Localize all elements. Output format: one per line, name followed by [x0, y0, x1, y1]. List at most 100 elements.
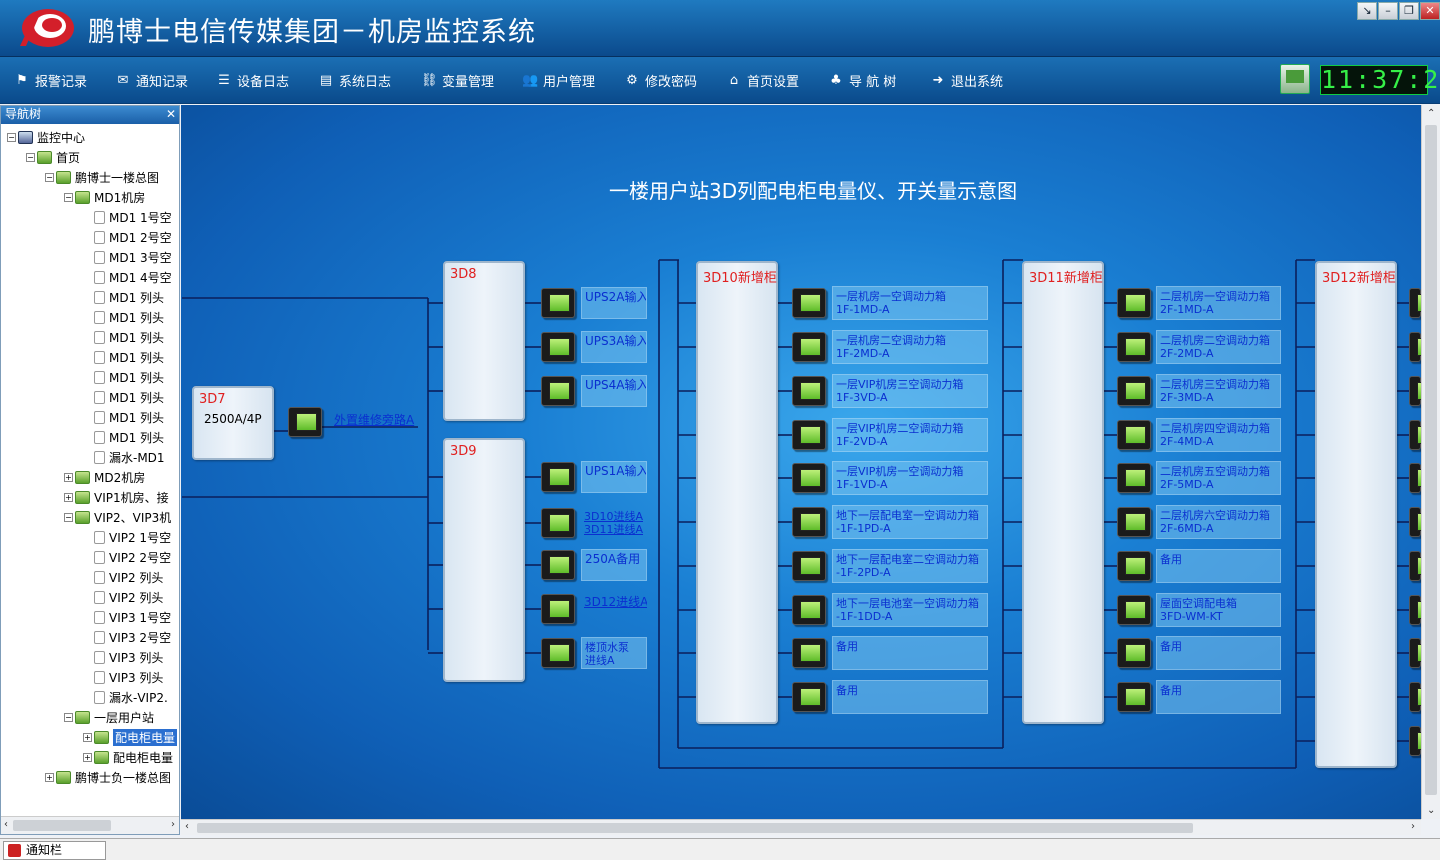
power-meter[interactable]	[1409, 376, 1421, 406]
feeder-label[interactable]: 一层机房二空调动力箱 1F-2MD-A	[832, 330, 988, 364]
power-meter[interactable]	[541, 332, 575, 362]
tree-node[interactable]: MD1 列头	[83, 387, 164, 407]
collapse-icon[interactable]: −	[64, 512, 73, 522]
power-meter[interactable]	[1409, 507, 1421, 537]
power-meter[interactable]	[792, 288, 826, 318]
tree-node[interactable]: − 一层用户站	[64, 707, 154, 727]
tree-node[interactable]: − VIP2、VIP3机	[64, 507, 171, 527]
monitor-icon[interactable]	[1280, 64, 1310, 94]
tree-node[interactable]: − 监控中心	[7, 127, 85, 147]
power-meter[interactable]	[541, 550, 575, 580]
power-meter[interactable]	[1409, 332, 1421, 362]
power-meter[interactable]	[541, 638, 575, 668]
feeder-label[interactable]: UPS1A输入	[581, 461, 647, 493]
collapse-icon[interactable]: −	[64, 712, 73, 722]
power-meter[interactable]	[541, 594, 575, 624]
exit-button[interactable]: ➜ 退出系统	[930, 57, 1003, 104]
expand-icon[interactable]: +	[64, 492, 73, 502]
feeder-label[interactable]: 备用	[1156, 680, 1281, 714]
power-meter[interactable]	[541, 508, 575, 538]
tree-node[interactable]: MD1 列头	[83, 327, 164, 347]
power-meter[interactable]	[1409, 638, 1421, 668]
tree-node[interactable]: MD1 1号空	[83, 207, 172, 227]
power-meter[interactable]	[792, 682, 826, 712]
power-meter[interactable]	[1117, 376, 1151, 406]
feeder-label[interactable]: 3D12进线A	[581, 593, 647, 625]
close-icon[interactable]: ✕	[166, 106, 176, 123]
variable-manage-button[interactable]: ⛓ 变量管理	[421, 57, 494, 104]
scroll-left-icon[interactable]: ‹	[185, 821, 189, 832]
home-settings-button[interactable]: ⌂ 首页设置	[726, 57, 799, 104]
tree-horizontal-scrollbar[interactable]: ‹ ›	[1, 816, 179, 834]
vertical-scroll-thumb[interactable]	[1425, 125, 1437, 795]
power-meter[interactable]	[1409, 682, 1421, 712]
power-meter[interactable]	[792, 551, 826, 581]
power-meter[interactable]	[1409, 551, 1421, 581]
tree-scroll-thumb[interactable]	[13, 820, 111, 831]
power-meter[interactable]	[1117, 332, 1151, 362]
tree-node[interactable]: VIP3 列头	[83, 647, 163, 667]
power-meter[interactable]	[541, 462, 575, 492]
feeder-label[interactable]: 3D10进线A 3D11进线A	[581, 507, 647, 539]
panel-3d9[interactable]: 3D9	[443, 438, 525, 682]
tree-node[interactable]: MD1 2号空	[83, 227, 172, 247]
bypass-label[interactable]: 外置维修旁路A	[331, 411, 417, 430]
power-meter[interactable]	[792, 463, 826, 493]
notice-log-button[interactable]: ✉ 通知记录	[115, 57, 188, 104]
panel-3d8[interactable]: 3D8	[443, 261, 525, 421]
feeder-label[interactable]: 二层机房五空调动力箱 2F-5MD-A	[1156, 461, 1281, 495]
tree-node[interactable]: VIP2 1号空	[83, 527, 171, 547]
horizontal-scroll-thumb[interactable]	[197, 823, 1193, 833]
scroll-right-icon[interactable]: ›	[171, 819, 175, 830]
feeder-label[interactable]: 一层VIP机房三空调动力箱 1F-3VD-A	[832, 374, 988, 408]
tree-node[interactable]: + MD2机房	[64, 467, 145, 487]
canvas-vertical-scrollbar[interactable]: ⌃ ⌄	[1421, 105, 1440, 819]
power-meter[interactable]	[1409, 288, 1421, 318]
power-meter[interactable]	[1117, 288, 1151, 318]
minimize-button[interactable]: –	[1378, 2, 1398, 20]
feeder-label[interactable]: UPS4A输入	[581, 375, 647, 407]
panel-3d7[interactable]: 3D7 2500A/4P	[192, 386, 274, 460]
power-meter[interactable]	[1409, 463, 1421, 493]
notification-tab[interactable]: 通知栏	[3, 841, 106, 860]
feeder-label[interactable]: 备用	[1156, 549, 1281, 583]
expand-icon[interactable]: +	[64, 472, 73, 482]
collapse-icon[interactable]: −	[64, 192, 73, 202]
tree-node[interactable]: − 首页	[26, 147, 80, 167]
system-log-button[interactable]: ▤ 系统日志	[318, 57, 391, 104]
power-meter[interactable]	[1117, 507, 1151, 537]
feeder-label[interactable]: 一层VIP机房一空调动力箱 1F-1VD-A	[832, 461, 988, 495]
expand-icon[interactable]: +	[45, 772, 54, 782]
tree-node[interactable]: − 鹏博士一楼总图	[45, 167, 159, 187]
tree-node[interactable]: + 配电柜电量	[83, 727, 178, 747]
power-meter[interactable]	[792, 638, 826, 668]
collapse-icon[interactable]: −	[45, 172, 54, 182]
device-log-button[interactable]: ☰ 设备日志	[216, 57, 289, 104]
power-meter[interactable]	[541, 288, 575, 318]
bypass-power-meter[interactable]	[288, 407, 322, 437]
power-meter[interactable]	[1117, 463, 1151, 493]
power-meter[interactable]	[1409, 420, 1421, 450]
power-meter[interactable]	[1409, 595, 1421, 625]
scroll-right-icon[interactable]: ›	[1411, 821, 1415, 832]
power-meter[interactable]	[1117, 595, 1151, 625]
feeder-label[interactable]: 一层VIP机房二空调动力箱 1F-2VD-A	[832, 418, 988, 452]
feeder-label[interactable]: 一层机房一空调动力箱 1F-1MD-A	[832, 286, 988, 320]
scroll-up-icon[interactable]: ⌃	[1427, 108, 1435, 119]
feeder-label[interactable]: 备用	[1156, 636, 1281, 670]
panel-3d12[interactable]: 3D12新增柜	[1315, 261, 1397, 768]
feeder-label[interactable]: 楼顶水泵 进线A	[581, 637, 647, 669]
feeder-label[interactable]: 地下一层电池室一空调动力箱 -1F-1DD-A	[832, 593, 988, 627]
feeder-label[interactable]: UPS2A输入	[581, 287, 647, 319]
power-meter[interactable]	[1409, 726, 1421, 756]
tree-node[interactable]: 漏水-VIP2.	[83, 687, 168, 707]
feeder-label[interactable]: 备用	[832, 636, 988, 670]
nav-tree-button[interactable]: ♣ 导 航 树	[828, 57, 896, 104]
power-meter[interactable]	[1117, 420, 1151, 450]
power-meter[interactable]	[792, 376, 826, 406]
expand-icon[interactable]: +	[83, 752, 92, 762]
feeder-label[interactable]: 地下一层配电室二空调动力箱 -1F-2PD-A	[832, 549, 988, 583]
tree-node[interactable]: − MD1机房	[64, 187, 145, 207]
tree-node[interactable]: MD1 列头	[83, 407, 164, 427]
feeder-label[interactable]: 地下一层配电室一空调动力箱 -1F-1PD-A	[832, 505, 988, 539]
